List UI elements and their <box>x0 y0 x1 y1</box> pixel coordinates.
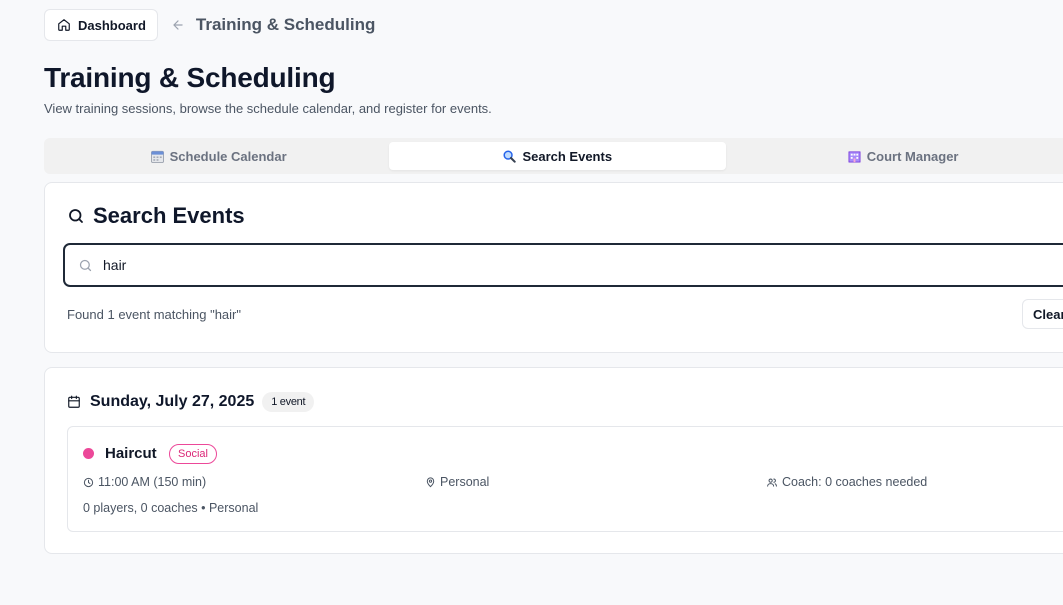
event-coach-text: Coach: 0 coaches needed <box>782 475 928 489</box>
breadcrumb: Training & Scheduling <box>195 15 376 34</box>
event-time-text: 11:00 AM (150 min) <box>98 475 207 489</box>
arrow-left-icon[interactable] <box>171 18 185 32</box>
clear-button[interactable]: Clear <box>1022 299 1063 329</box>
search-heading-text: Search Events <box>93 203 245 228</box>
search-icon <box>78 258 93 273</box>
calendar-emoji-icon <box>150 150 164 163</box>
tab-label: Search Events <box>522 148 613 164</box>
event-location-text: Personal <box>440 475 490 489</box>
map-pin-icon <box>425 476 436 488</box>
tab-bar: Schedule Calendar Search Events Court Ma… <box>44 138 1063 174</box>
event-color-dot <box>83 448 94 459</box>
event-footer: 0 players, 0 coaches • Personal <box>83 501 259 515</box>
home-icon <box>57 18 71 32</box>
calendar-icon <box>67 395 81 409</box>
event-coach: Coach: 0 coaches needed <box>766 475 927 489</box>
tab-label: Court Manager <box>866 148 959 164</box>
magnifier-emoji-icon <box>503 149 517 163</box>
tab-label: Schedule Calendar <box>169 148 287 164</box>
users-icon <box>766 477 778 488</box>
tab-court-manager[interactable]: Court Manager <box>726 142 1063 170</box>
date-heading: Sunday, July 27, 2025 1 event <box>67 392 315 412</box>
event-item[interactable]: Haircut Social 11:00 AM (150 min) Person… <box>67 426 1063 532</box>
dashboard-label: Dashboard <box>78 17 146 33</box>
page-title: Training & Scheduling <box>44 62 336 93</box>
search-heading: Search Events <box>67 203 245 229</box>
event-type-badge: Social <box>169 444 217 464</box>
building-emoji-icon <box>848 150 861 163</box>
search-input[interactable] <box>103 257 1003 273</box>
tab-search-events[interactable]: Search Events <box>389 142 727 170</box>
page-subtitle: View training sessions, browse the sched… <box>44 101 492 116</box>
top-bar: Dashboard Training & Scheduling <box>44 9 375 41</box>
search-icon <box>67 207 85 225</box>
search-result-summary: Found 1 event matching "hair" <box>67 307 241 322</box>
event-title: Haircut <box>105 445 157 462</box>
event-time: 11:00 AM (150 min) <box>83 475 206 489</box>
tab-schedule-calendar[interactable]: Schedule Calendar <box>52 142 385 170</box>
event-location: Personal <box>425 475 489 489</box>
search-card: Search Events Found 1 event matching "ha… <box>44 182 1063 353</box>
event-count-badge: 1 event <box>262 392 315 412</box>
dashboard-button[interactable]: Dashboard <box>44 9 158 41</box>
search-box <box>63 243 1063 287</box>
results-card: Sunday, July 27, 2025 1 event Haircut So… <box>44 367 1063 554</box>
date-label: Sunday, July 27, 2025 <box>90 393 255 410</box>
clock-icon <box>83 477 94 488</box>
